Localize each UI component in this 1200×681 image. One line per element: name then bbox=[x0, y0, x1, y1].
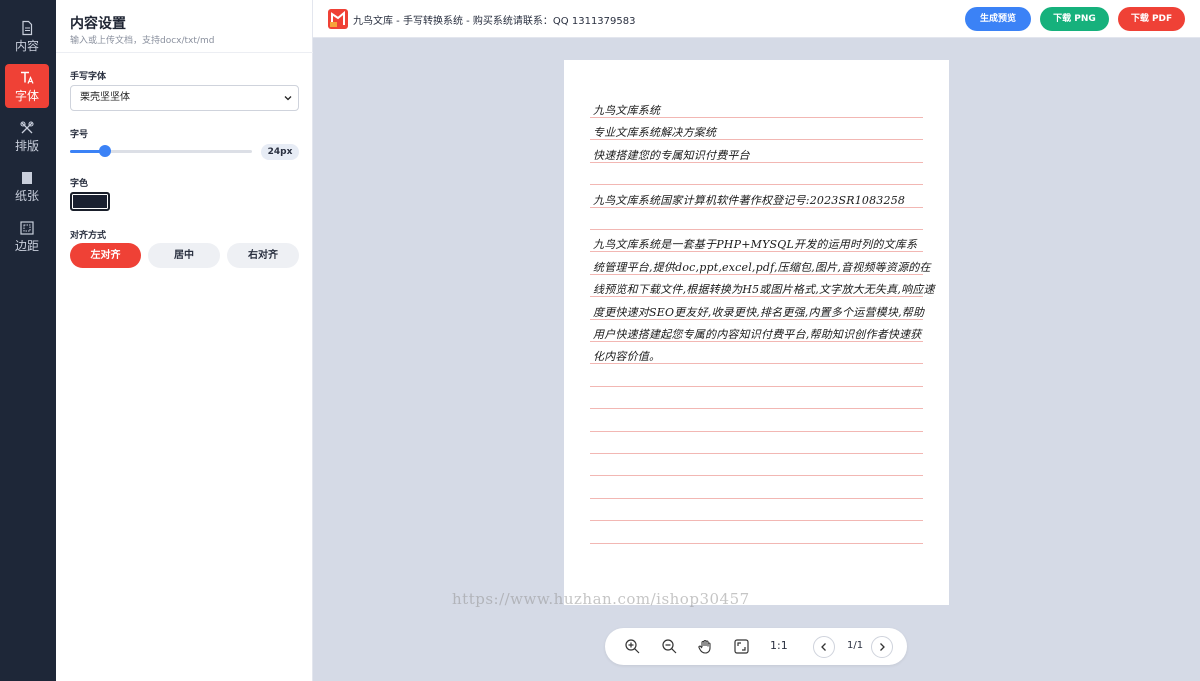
color-label: 字色 bbox=[70, 179, 89, 189]
ruled-line bbox=[590, 453, 923, 454]
chevron-left-icon bbox=[821, 643, 826, 651]
rail-item-label: 内容 bbox=[14, 38, 39, 53]
rail-item-margin[interactable]: 边距 bbox=[5, 214, 49, 258]
font-icon bbox=[21, 71, 34, 84]
prev-page-button[interactable] bbox=[813, 636, 835, 658]
rail-item-label: 纸张 bbox=[14, 188, 39, 203]
zoom-ratio[interactable]: 1:1 bbox=[770, 639, 788, 652]
handwritten-line: 统管理平台,提供doc,ppt,excel,pdf,压缩包,图片,音视频等资源的… bbox=[593, 260, 931, 274]
size-label: 字号 bbox=[70, 130, 89, 140]
rail-item-layout[interactable]: 排版 bbox=[5, 114, 49, 158]
rail-item-label: 字体 bbox=[14, 88, 39, 103]
align-center-button[interactable]: 居中 bbox=[148, 243, 220, 268]
panel-header: 内容设置 输入或上传文档，支持docx/txt/md bbox=[56, 0, 313, 53]
size-value-badge: 24px bbox=[261, 144, 299, 160]
handwritten-line: 九鸟文库系统国家计算机软件著作权登记号:2023SR1083258 bbox=[593, 193, 906, 207]
chevron-right-icon bbox=[880, 643, 885, 651]
settings-panel: 内容设置 输入或上传文档，支持docx/txt/md 手写字体 栗壳坚坚体 字号… bbox=[56, 0, 313, 681]
page-indicator: 1/1 bbox=[847, 640, 864, 651]
align-label: 对齐方式 bbox=[70, 231, 107, 241]
ruled-line bbox=[590, 520, 923, 522]
rail-item-paper[interactable]: 纸张 bbox=[5, 164, 49, 208]
rail-item-label: 边距 bbox=[14, 238, 39, 253]
zoom-out-icon[interactable] bbox=[661, 638, 678, 655]
ruled-line bbox=[590, 497, 923, 499]
ruled-line bbox=[590, 184, 923, 186]
slider-thumb[interactable] bbox=[98, 145, 111, 157]
zoom-toolbar: 1:1 1/1 bbox=[605, 628, 907, 665]
ruled-line bbox=[590, 430, 923, 432]
ruled-line bbox=[590, 385, 923, 387]
font-select-value: 栗壳坚坚体 bbox=[80, 92, 130, 103]
panel-title: 内容设置 bbox=[70, 16, 126, 32]
handwritten-line: 用户快速搭建起您专属的内容知识付费平台,帮助知识创作者快速获 bbox=[593, 328, 922, 341]
paper-icon bbox=[22, 171, 32, 184]
logo-icon bbox=[328, 9, 348, 29]
handwritten-line: 度更快速对SEO更友好,收录更快,排名更强,内置多个运营模块,帮助 bbox=[593, 305, 925, 319]
layout-icon bbox=[20, 120, 34, 133]
handwritten-line: 线预览和下载文件,根据转换为H5或图片格式,文字放大无失真,响应速 bbox=[593, 283, 935, 297]
rail-item-label: 排版 bbox=[14, 138, 39, 153]
next-page-button[interactable] bbox=[871, 636, 893, 658]
chevron-down-icon bbox=[284, 96, 292, 101]
panel-subtitle: 输入或上传文档，支持docx/txt/md bbox=[70, 36, 215, 46]
font-label: 手写字体 bbox=[70, 72, 107, 82]
app-title: 九鸟文库 - 手写转换系统 - 购买系统请联系：QQ 1311379583 bbox=[353, 16, 636, 27]
align-left-button[interactable]: 左对齐 bbox=[70, 243, 141, 268]
align-right-button[interactable]: 右对齐 bbox=[227, 243, 299, 268]
download-png-button[interactable]: 下载 PNG bbox=[1040, 7, 1109, 31]
font-color-picker[interactable] bbox=[70, 192, 110, 211]
font-select[interactable]: 栗壳坚坚体 bbox=[70, 85, 299, 111]
handwritten-line: 快速搭建您的专属知识付费平台 bbox=[593, 148, 750, 162]
handwriting-paper: 九鸟文库系统专业文库系统解决方案统快速搭建您的专属知识付费平台九鸟文库系统国家计… bbox=[564, 60, 949, 605]
ruled-line bbox=[590, 542, 923, 544]
size-slider[interactable] bbox=[70, 150, 252, 153]
handwritten-line: 化内容价值。 bbox=[593, 350, 661, 364]
generate-preview-button[interactable]: 生成预览 bbox=[965, 7, 1031, 31]
watermark-text: https://www.huzhan.com/ishop30457 bbox=[452, 590, 750, 608]
download-pdf-button[interactable]: 下载 PDF bbox=[1118, 7, 1185, 31]
hand-pan-icon[interactable] bbox=[697, 638, 714, 655]
ruled-line bbox=[590, 475, 923, 477]
ruled-line bbox=[590, 408, 923, 410]
handwritten-line: 九鸟文库系统是一套基于PHP+MYSQL开发的运用时列的文库系 bbox=[593, 238, 918, 252]
handwritten-line: 九鸟文库系统 bbox=[593, 104, 661, 117]
zoom-in-icon[interactable] bbox=[624, 638, 641, 655]
sidebar-rail: 内容 字体 排版 纸张 边距 bbox=[0, 0, 56, 681]
fit-screen-icon[interactable] bbox=[733, 638, 750, 655]
handwritten-line: 专业文库系统解决方案统 bbox=[593, 126, 717, 140]
rail-item-content[interactable]: 内容 bbox=[5, 14, 49, 58]
ruled-line bbox=[590, 229, 923, 230]
top-bar: 九鸟文库 - 手写转换系统 - 购买系统请联系：QQ 1311379583 生成… bbox=[313, 0, 1200, 38]
margin-icon bbox=[20, 220, 34, 235]
rail-item-font[interactable]: 字体 bbox=[5, 64, 49, 108]
document-icon bbox=[22, 20, 33, 35]
